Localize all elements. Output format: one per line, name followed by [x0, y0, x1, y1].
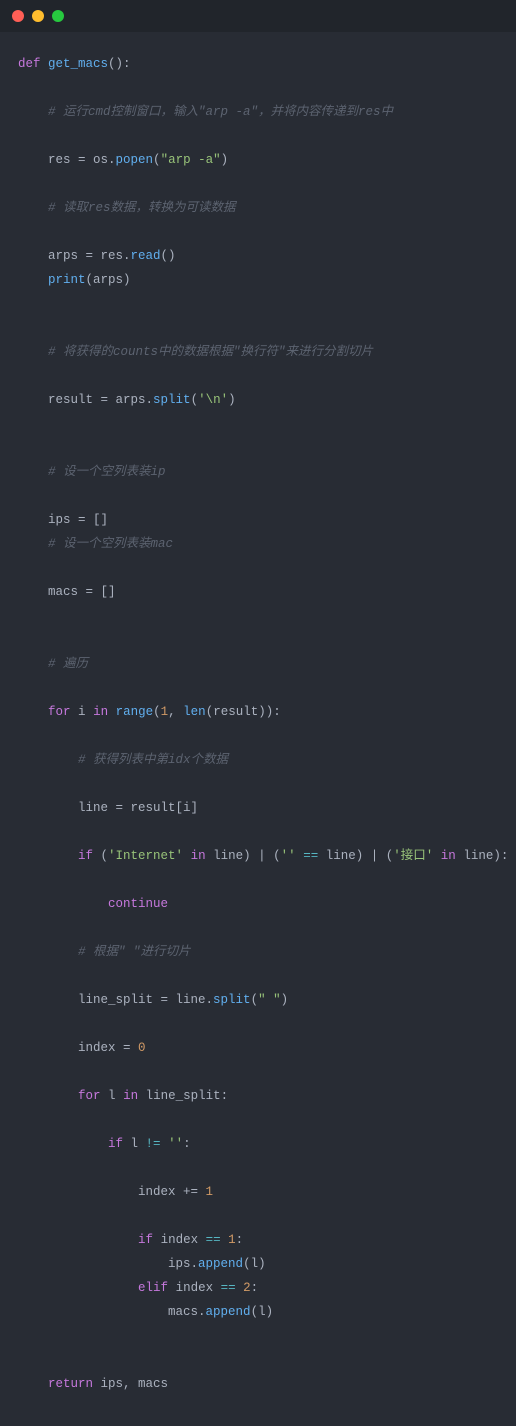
code-text: arps = res. [48, 249, 131, 263]
close-icon[interactable] [12, 10, 24, 22]
method: split [153, 393, 191, 407]
call: (l) [251, 1305, 274, 1319]
keyword-if: if [138, 1233, 153, 1247]
var: i [78, 705, 86, 719]
keyword-continue: continue [108, 897, 168, 911]
code-text: ips = [] [48, 513, 108, 527]
keyword-elif: elif [138, 1281, 168, 1295]
code-text: ips. [168, 1257, 198, 1271]
method: append [198, 1257, 243, 1271]
var: line [213, 849, 243, 863]
string: "arp -a" [161, 153, 221, 167]
var: line [326, 849, 356, 863]
code-text: result = arps. [48, 393, 153, 407]
editor-window: def get_macs(): # 运行cmd控制窗口，输入"arp -a"，并… [0, 0, 516, 1426]
paren: ( [153, 705, 161, 719]
zoom-icon[interactable] [52, 10, 64, 22]
string: '接口' [393, 849, 433, 863]
keyword-in: in [93, 705, 108, 719]
var: line [463, 849, 493, 863]
builtin: print [48, 273, 86, 287]
method: read [131, 249, 161, 263]
comment: # 运行cmd控制窗口，输入"arp -a"，并将内容传递到res中 [48, 105, 393, 119]
keyword-if: if [78, 849, 93, 863]
number: 0 [138, 1041, 146, 1055]
var: index [161, 1233, 199, 1247]
string: '' [281, 849, 296, 863]
titlebar [0, 0, 516, 32]
keyword-def: def [18, 57, 41, 71]
var: line_split: [146, 1089, 229, 1103]
code-text: index += [138, 1185, 206, 1199]
call: () [161, 249, 176, 263]
var: l [108, 1089, 116, 1103]
function-name: get_macs [48, 57, 108, 71]
string: '' [168, 1137, 183, 1151]
keyword-for: for [48, 705, 71, 719]
comment: # 遍历 [48, 657, 88, 671]
comment: # 获得列表中第idx个数据 [78, 753, 228, 767]
number: 1 [206, 1185, 214, 1199]
number: 2 [243, 1281, 251, 1295]
builtin: len [183, 705, 206, 719]
comment: # 读取res数据，转换为可读数据 [48, 201, 236, 215]
keyword-in: in [191, 849, 206, 863]
string: " " [258, 993, 281, 1007]
operator: != [146, 1137, 161, 1151]
string: '\n' [198, 393, 228, 407]
minimize-icon[interactable] [32, 10, 44, 22]
code-text: res = os. [48, 153, 116, 167]
keyword-in: in [441, 849, 456, 863]
comma: , [168, 705, 183, 719]
keyword-return: return [48, 1377, 93, 1391]
var: index [176, 1281, 214, 1295]
keyword-in: in [123, 1089, 138, 1103]
call: (l) [243, 1257, 266, 1271]
operator: == [303, 849, 318, 863]
return-vals: ips, macs [101, 1377, 169, 1391]
comment: # 将获得的counts中的数据根据"换行符"来进行分割切片 [48, 345, 373, 359]
call: (arps) [86, 273, 131, 287]
code-text: macs. [168, 1305, 206, 1319]
code-text: line_split = line. [78, 993, 213, 1007]
paren: (result)): [206, 705, 281, 719]
operator: == [206, 1233, 221, 1247]
code-text: macs = [] [48, 585, 116, 599]
operator: == [221, 1281, 236, 1295]
method: popen [116, 153, 154, 167]
keyword-for: for [78, 1089, 101, 1103]
method: append [206, 1305, 251, 1319]
comment: # 设一个空列表装mac [48, 537, 173, 551]
builtin: range [116, 705, 154, 719]
keyword-if: if [108, 1137, 123, 1151]
comment: # 根据" "进行切片 [78, 945, 191, 959]
code-block: def get_macs(): # 运行cmd控制窗口，输入"arp -a"，并… [0, 32, 516, 1426]
comment: # 设一个空列表装ip [48, 465, 166, 479]
paren: (): [108, 57, 131, 71]
string: 'Internet' [108, 849, 183, 863]
method: split [213, 993, 251, 1007]
number: 1 [228, 1233, 236, 1247]
code-text: line = result[i] [78, 801, 198, 815]
code-text: index = [78, 1041, 138, 1055]
